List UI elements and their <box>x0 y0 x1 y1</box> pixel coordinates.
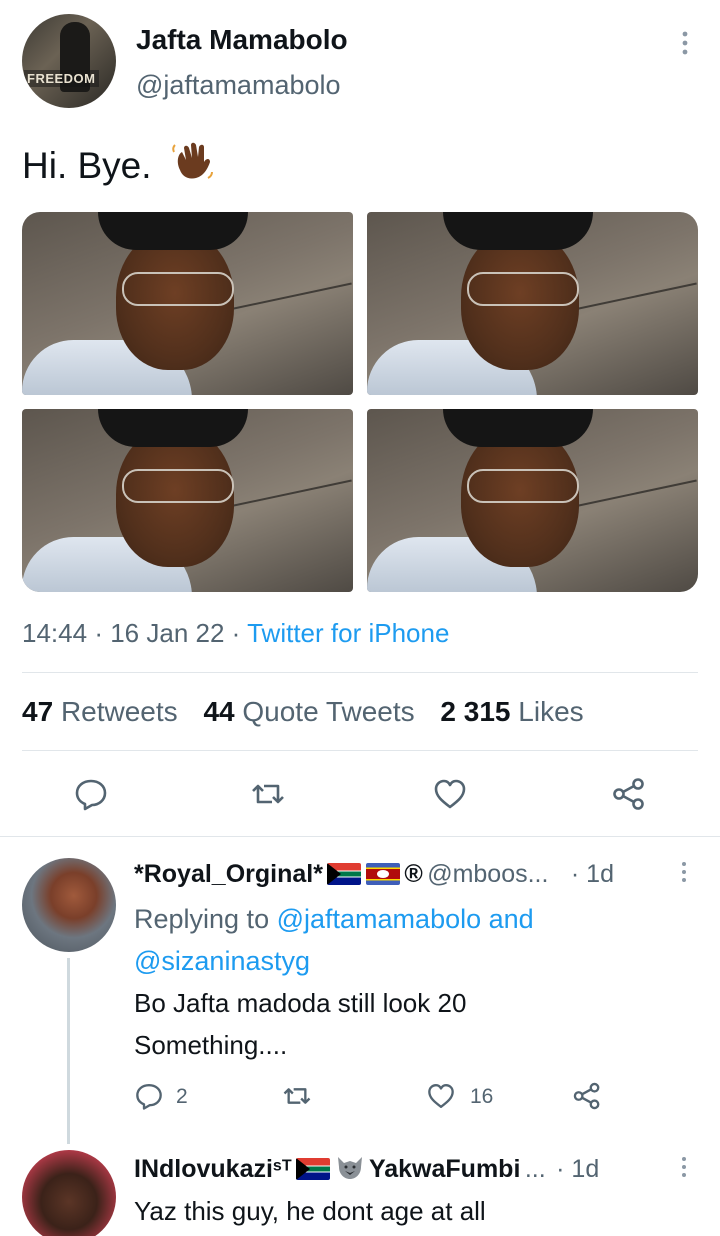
reply-share-icon[interactable] <box>572 1081 602 1111</box>
photo-glasses <box>467 272 579 306</box>
south-africa-flag-icon <box>327 863 362 885</box>
reply-avatar[interactable] <box>22 858 116 952</box>
likes-stat[interactable]: 2 315 Likes <box>440 696 583 727</box>
reply-like-icon[interactable] <box>426 1081 456 1111</box>
replying-to: Replying to @jaftamamabolo and @sizanina… <box>134 898 534 982</box>
photo-background <box>224 479 352 509</box>
likes-count: 2 315 <box>440 696 511 727</box>
reply-handle[interactable]: @mboos... <box>427 860 548 888</box>
quotes-stat[interactable]: 44 Quote Tweets <box>203 696 414 727</box>
reply-display-name-sup: sT <box>272 1157 292 1175</box>
reply-text-line-1: Bo Jafta madoda still look 20 <box>134 988 467 1018</box>
tweet-photo-1[interactable] <box>22 212 353 395</box>
reply-retweet-icon[interactable] <box>282 1081 312 1111</box>
reply-header: *Royal_Orginal* ® @mboos... · 1d <box>134 860 614 889</box>
photo-cap <box>443 409 593 447</box>
reply-text-line-2: Something.... <box>134 1030 288 1060</box>
tweet-timestamp: 14:44 · 16 Jan 22 · Twitter for iPhone <box>22 618 449 649</box>
photo-glasses <box>467 469 579 503</box>
reply-more-icon[interactable] <box>677 860 691 884</box>
retweets-count: 47 <box>22 696 54 727</box>
author-display-name[interactable]: Jafta Mamabolo <box>136 24 348 56</box>
tweet-date[interactable]: 16 Jan 22 <box>110 618 224 648</box>
divider <box>22 750 698 751</box>
photo-glasses <box>122 469 234 503</box>
like-icon[interactable] <box>432 776 468 812</box>
author-handle[interactable]: @jaftamamabolo <box>136 70 341 101</box>
reply-like-count: 16 <box>470 1085 494 1108</box>
reply-reply-count: 2 <box>176 1085 188 1108</box>
quotes-count: 44 <box>203 696 235 727</box>
tweet-time[interactable]: 14:44 <box>22 618 87 648</box>
tweet-stats: 47 Retweets 44 Quote Tweets 2 315 Likes <box>22 696 584 728</box>
reply-text: Bo Jafta madoda still look 20 Something.… <box>134 982 466 1066</box>
wolf-icon <box>337 1157 362 1179</box>
reply-handle-ellipsis[interactable]: ... <box>525 1155 546 1183</box>
south-africa-flag-icon <box>296 1158 331 1180</box>
retweets-label: Retweets <box>60 696 178 727</box>
retweets-stat[interactable]: 47 Retweets <box>22 696 178 727</box>
reply-time: · 1d <box>556 1155 600 1183</box>
reply-header: INdlovukazisT YakwaFumbi ... · 1d <box>134 1155 599 1184</box>
share-icon[interactable] <box>611 776 647 812</box>
separator: · <box>231 618 241 648</box>
reply-display-name[interactable]: *Royal_Orginal* <box>134 860 323 888</box>
photo-cap <box>98 212 248 250</box>
replying-to-user-1[interactable]: @jaftamamabolo <box>277 904 482 934</box>
photo-background <box>569 479 697 509</box>
reply-more-icon[interactable] <box>677 1155 691 1179</box>
photo-cap <box>98 409 248 447</box>
reply-time: · 1d <box>570 860 614 888</box>
reply-text: Yaz this guy, he dont age at all <box>134 1196 486 1226</box>
replying-to-and[interactable]: and <box>489 904 534 934</box>
reply-display-name-a[interactable]: INdlovukazi <box>134 1155 273 1183</box>
photo-cap <box>443 212 593 250</box>
replying-to-user-2[interactable]: @sizaninastyg <box>134 946 310 976</box>
separator: · <box>94 618 103 648</box>
tweet-text: Hi. Bye. <box>22 140 214 187</box>
reply-reply-icon[interactable] <box>134 1081 164 1111</box>
photo-background <box>569 282 697 312</box>
reply-icon[interactable] <box>73 776 109 812</box>
eswatini-flag-icon <box>365 863 400 885</box>
tweet-source-link[interactable]: Twitter for iPhone <box>247 618 449 648</box>
tweet-photo-4[interactable] <box>367 409 698 592</box>
waving-hand-icon <box>172 142 213 179</box>
quotes-label: Quote Tweets <box>242 696 415 727</box>
more-options-icon[interactable] <box>674 30 696 56</box>
likes-label: Likes <box>518 696 584 727</box>
reply-name-suffix: ® <box>404 860 423 888</box>
author-avatar[interactable]: FREEDOM <box>22 14 116 108</box>
thread-line <box>67 958 70 1144</box>
reply-avatar[interactable] <box>22 1150 116 1236</box>
tweet-photo-2[interactable] <box>367 212 698 395</box>
avatar-label: FREEDOM <box>24 70 99 87</box>
photo-glasses <box>122 272 234 306</box>
divider <box>22 672 698 673</box>
retweet-icon[interactable] <box>250 776 286 812</box>
reply-display-name-b[interactable]: YakwaFumbi <box>369 1155 520 1183</box>
tweet-text-content: Hi. Bye. <box>22 145 152 186</box>
replying-to-prefix: Replying to <box>134 904 270 934</box>
divider <box>0 836 720 837</box>
photo-background <box>224 282 352 312</box>
tweet-photo-3[interactable] <box>22 409 353 592</box>
